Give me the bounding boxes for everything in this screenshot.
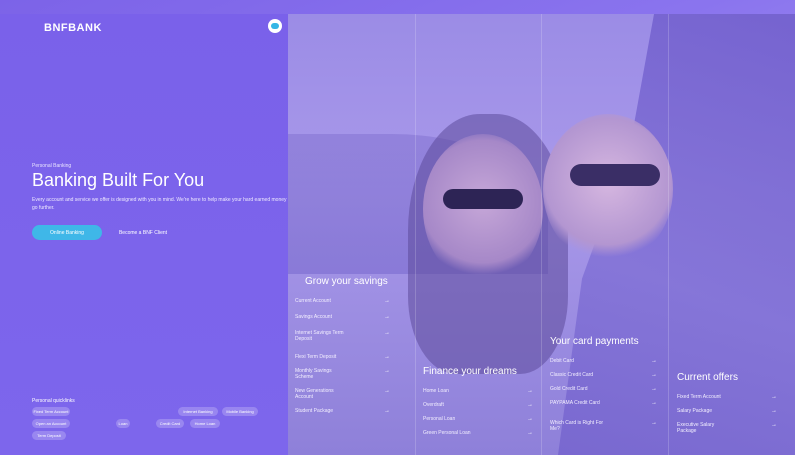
hero-section: BNFBANK Personal Banking Banking Built F… — [0, 0, 795, 455]
dreams-link[interactable]: Green Personal Loan → — [423, 430, 533, 436]
arrow-right-icon: → — [527, 402, 533, 408]
arrow-right-icon: → — [771, 394, 777, 400]
arrow-right-icon: → — [384, 354, 390, 360]
savings-link[interactable]: Student Package → — [295, 408, 390, 414]
arrow-right-icon: → — [384, 408, 390, 414]
dreams-link[interactable]: Home Loan → — [423, 388, 533, 394]
arrow-right-icon: → — [384, 298, 390, 304]
cards-link[interactable]: Which Card is Right For Me? → — [550, 420, 657, 432]
offers-link[interactable]: Fixed Term Account → — [677, 394, 777, 400]
offers-link[interactable]: Executive Salary Package → — [677, 422, 777, 434]
brand-logo[interactable]: BNFBANK — [44, 22, 102, 34]
cards-link[interactable]: Classic Credit Card → — [550, 372, 657, 378]
column-divider — [415, 14, 416, 455]
quicklink-chip[interactable]: Fixed Term Account — [32, 407, 70, 416]
arrow-right-icon: → — [384, 368, 390, 374]
become-client-button[interactable]: Become a BNF Client — [108, 225, 178, 240]
quicklinks-title: Personal quicklinks — [32, 398, 75, 404]
offers-link[interactable]: Salary Package → — [677, 408, 777, 414]
arrow-right-icon: → — [651, 386, 657, 392]
arrow-right-icon: → — [384, 330, 390, 336]
link-label: Classic Credit Card — [550, 372, 594, 378]
hero-subtitle: Personal Banking — [32, 163, 72, 169]
hero-description: Every account and service we offer is de… — [32, 197, 287, 211]
sunglasses — [570, 164, 660, 186]
savings-link[interactable]: Current Account → — [295, 298, 390, 304]
person-face — [543, 114, 673, 264]
link-label: Personal Loan — [423, 416, 456, 422]
quicklink-chip[interactable]: Mobile Banking — [222, 407, 258, 416]
dreams-title: Finance your dreams — [423, 366, 517, 377]
arrow-right-icon: → — [384, 388, 390, 394]
link-label: Debit Card — [550, 358, 574, 364]
arrow-right-icon: → — [651, 400, 657, 406]
link-label: Flexi Term Deposit — [295, 354, 337, 360]
sunglasses — [443, 189, 523, 209]
quicklink-chip[interactable]: Term Deposit — [32, 431, 66, 440]
savings-link[interactable]: Flexi Term Deposit → — [295, 354, 390, 360]
link-label: Current Account — [295, 298, 331, 304]
link-label: PAYPAMA Credit Card — [550, 400, 600, 406]
link-label: Fixed Term Account — [677, 394, 721, 400]
arrow-right-icon: → — [527, 416, 533, 422]
person-face — [423, 134, 543, 284]
cards-link[interactable]: Debit Card → — [550, 358, 657, 364]
cards-link[interactable]: Gold Credit Card → — [550, 386, 657, 392]
savings-link[interactable]: Internet Savings Term Deposit → — [295, 330, 390, 342]
column-divider — [668, 14, 669, 455]
quicklink-chip[interactable]: Internet Banking — [178, 407, 218, 416]
savings-column: Grow your savings Current Account → Savin… — [295, 276, 390, 446]
link-label: Overdraft — [423, 402, 444, 408]
offers-title: Current offers — [677, 372, 738, 383]
savings-title: Grow your savings — [305, 276, 388, 287]
dreams-link[interactable]: Personal Loan → — [423, 416, 533, 422]
quicklink-chip[interactable]: Credit Card — [156, 419, 184, 428]
link-label: Monthly Savings Scheme — [295, 368, 332, 380]
dreams-column: Finance your dreams Home Loan → Overdraft… — [423, 366, 533, 446]
link-label: Savings Account — [295, 314, 332, 320]
savings-link[interactable]: Monthly Savings Scheme → — [295, 368, 390, 380]
link-label: Gold Credit Card — [550, 386, 588, 392]
cards-column: Your card payments Debit Card → Classic C… — [550, 336, 657, 446]
quicklink-chip[interactable]: Open an Account — [32, 419, 70, 428]
savings-link[interactable]: New Generations Account → — [295, 388, 390, 400]
offers-column: Current offers Fixed Term Account → Salar… — [677, 372, 777, 446]
quicklink-chip[interactable]: Home Loan — [190, 419, 220, 428]
savings-link[interactable]: Savings Account → — [295, 314, 390, 320]
link-label: Student Package — [295, 408, 334, 414]
quicklink-chip[interactable]: Loan — [116, 419, 130, 428]
arrow-right-icon: → — [651, 372, 657, 378]
link-label: Salary Package — [677, 408, 713, 414]
link-label: New Generations Account — [295, 388, 334, 400]
arrow-right-icon: → — [384, 314, 390, 320]
chat-icon[interactable] — [268, 19, 282, 33]
link-label: Green Personal Loan — [423, 430, 471, 436]
link-label: Home Loan — [423, 388, 449, 394]
hero-title: Banking Built For You — [32, 170, 205, 190]
arrow-right-icon: → — [651, 358, 657, 364]
arrow-right-icon: → — [771, 408, 777, 414]
arrow-right-icon: → — [771, 422, 777, 428]
arrow-right-icon: → — [527, 430, 533, 436]
link-label: Executive Salary Package — [677, 422, 715, 434]
link-label: Which Card is Right For Me? — [550, 420, 604, 432]
online-banking-button[interactable]: Online Banking — [32, 225, 102, 240]
arrow-right-icon: → — [527, 388, 533, 394]
cards-link[interactable]: PAYPAMA Credit Card → — [550, 400, 657, 406]
arrow-right-icon: → — [651, 420, 657, 426]
link-label: Internet Savings Term Deposit — [295, 330, 344, 342]
column-divider — [541, 14, 542, 455]
dreams-link[interactable]: Overdraft → — [423, 402, 533, 408]
cards-title: Your card payments — [550, 336, 639, 347]
